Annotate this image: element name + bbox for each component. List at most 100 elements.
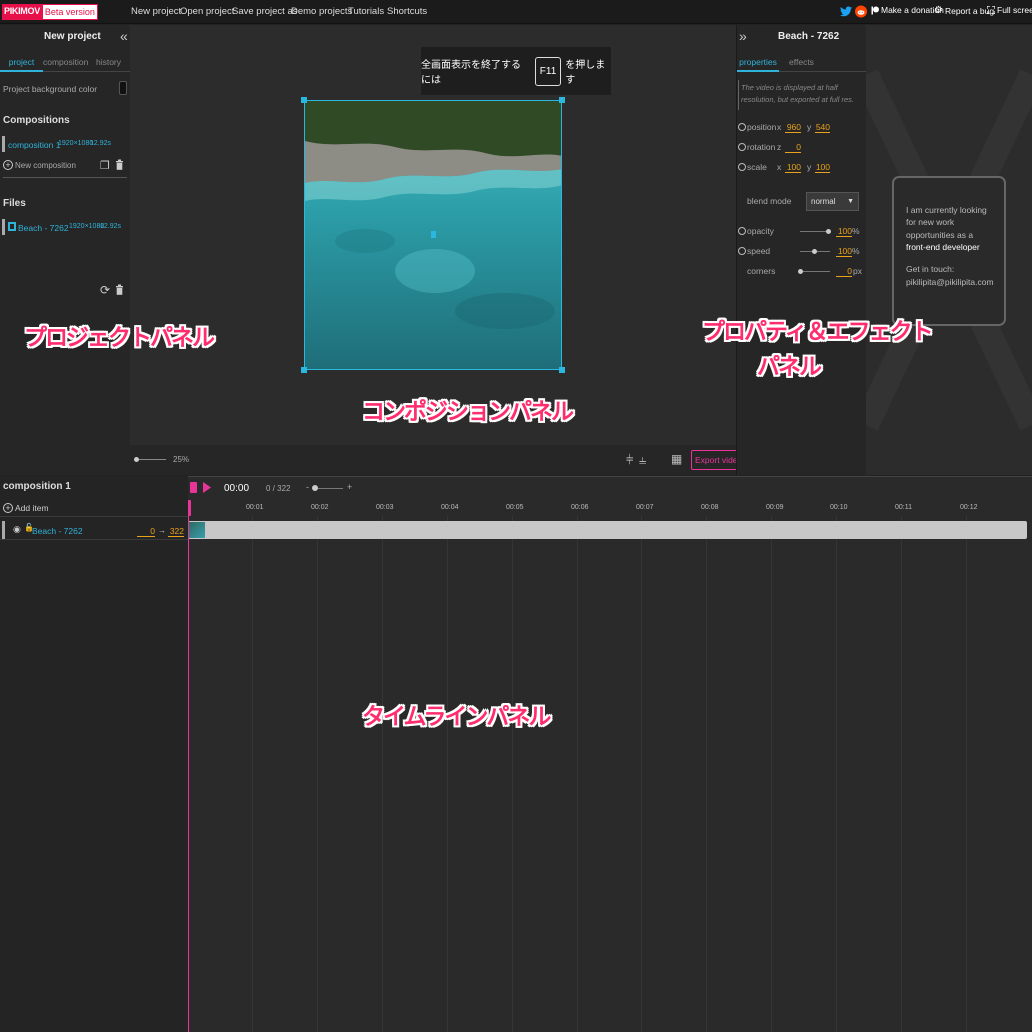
corners-label: corners [747, 266, 776, 276]
menu-shortcuts[interactable]: Shortcuts [387, 6, 427, 17]
composition-name: composition 1 [8, 140, 61, 150]
file-marker [2, 219, 5, 235]
chevron-down-icon: ▼ [847, 198, 854, 205]
trash-icon[interactable] [115, 159, 124, 170]
gridline [317, 516, 318, 1032]
app-logo[interactable]: PIKIMOV Beta version [2, 4, 98, 20]
file-duration: 12.92s [100, 223, 122, 230]
opacity-slider-knob[interactable] [826, 229, 831, 234]
tick-label: 00:08 [701, 504, 719, 511]
file-row[interactable]: Beach - 7262 1920×1080 12.92s [0, 219, 130, 237]
opacity-input[interactable]: 100 [836, 226, 852, 237]
layer-end-input[interactable]: 322 [168, 526, 184, 537]
tab-underline [824, 71, 866, 72]
trash-icon[interactable] [115, 284, 124, 295]
resize-handle[interactable] [301, 367, 307, 373]
speed-input[interactable]: 100 [836, 246, 852, 257]
tick-label: 00:07 [636, 504, 654, 511]
full-screen-button[interactable]: Full screen [987, 5, 1032, 15]
report-bug-button[interactable]: ⚙ Report a bug [934, 5, 994, 16]
menu-new-project[interactable]: New project [131, 6, 181, 17]
new-composition-button[interactable]: + New composition [3, 160, 76, 170]
gridline [706, 516, 707, 1032]
tab-history[interactable]: history [87, 52, 130, 72]
promo-email[interactable]: pikilipita@pikilipita.com [906, 276, 994, 288]
duplicate-icon[interactable]: ❐ [100, 159, 110, 172]
keyframe-clock-icon[interactable] [738, 227, 746, 235]
keyframe-clock-icon[interactable] [738, 143, 746, 151]
zoom-in-button[interactable]: + [347, 482, 352, 492]
expand-panel-icon[interactable]: » [739, 28, 747, 44]
fullscreen-toast: 全画面表示を終了するには F11 を押します [421, 47, 611, 95]
play-icon[interactable] [203, 482, 211, 493]
tab-effects[interactable]: effects [779, 52, 824, 72]
plus-icon: + [3, 160, 13, 170]
corners-slider-knob[interactable] [798, 269, 803, 274]
keyframe-clock-icon[interactable] [738, 247, 746, 255]
zoom-out-button[interactable]: - [306, 482, 309, 492]
zoom-slider-knob[interactable] [134, 457, 139, 462]
zoom-slider[interactable] [136, 459, 166, 460]
tick-label: 00:01 [246, 504, 264, 511]
tab-properties[interactable]: properties [737, 52, 779, 72]
corners-input[interactable]: 0 [836, 266, 852, 277]
note-border [738, 80, 739, 110]
reddit-icon[interactable] [855, 5, 867, 18]
scale-x-input[interactable]: 100 [785, 162, 801, 173]
donation-button[interactable]: Make a donation [871, 5, 944, 15]
current-time: 00:00 [224, 483, 250, 494]
project-title[interactable]: New project [44, 31, 101, 42]
timeline-zoom-knob[interactable] [312, 485, 318, 491]
layer-row[interactable]: ◉ 🔓 Beach - 7262 0 → 322 [0, 521, 188, 540]
composition-row[interactable]: composition 1 1920×1080 12.92s [0, 136, 130, 154]
anchor-point[interactable] [431, 231, 436, 238]
menu-demo-projects[interactable]: Demo projects [291, 6, 352, 17]
gridline [252, 516, 253, 1032]
align-horizontal-icon[interactable]: ⫨ [639, 452, 646, 468]
add-item-button[interactable]: + Add item [3, 503, 49, 513]
eye-icon[interactable]: ◉ [13, 524, 21, 535]
corners-slider[interactable] [800, 271, 830, 272]
menu-tutorials[interactable]: Tutorials [348, 6, 384, 17]
tab-composition[interactable]: composition [43, 52, 88, 72]
playhead-handle[interactable] [188, 500, 191, 516]
tick-label: 00:05 [506, 504, 524, 511]
twitter-icon[interactable] [840, 6, 852, 17]
rotation-z-label: z [777, 142, 782, 152]
speed-slider-knob[interactable] [812, 249, 817, 254]
resize-handle[interactable] [559, 97, 565, 103]
blend-mode-select[interactable]: normal ▼ [806, 192, 859, 211]
tick-label: 00:04 [441, 504, 459, 511]
layer-start-input[interactable]: 0 [137, 526, 155, 537]
patreon-icon [871, 6, 879, 14]
scale-y-input[interactable]: 100 [815, 162, 830, 173]
position-x-input[interactable]: 960 [785, 122, 801, 133]
scale-x-label: x [777, 162, 782, 172]
rotation-input[interactable]: 0 [785, 142, 801, 153]
bg-color-swatch[interactable] [119, 81, 127, 95]
position-y-input[interactable]: 540 [815, 122, 830, 133]
resize-handle[interactable] [559, 367, 565, 373]
keyframe-clock-icon[interactable] [738, 123, 746, 131]
timeline-clip[interactable] [188, 521, 1027, 539]
speed-unit: % [852, 246, 860, 256]
zoom-value: 25% [173, 455, 190, 464]
menu-save-project-as[interactable]: Save project as [232, 6, 297, 17]
collapse-panel-icon[interactable]: « [120, 28, 128, 44]
annotation-properties-panel: プロパティ＆エフェクト [702, 318, 934, 344]
position-y-label: y [807, 122, 812, 132]
film-icon [8, 222, 16, 231]
refresh-icon[interactable]: ⟳ [100, 283, 110, 297]
align-vertical-icon[interactable]: ⫩ [626, 452, 633, 468]
tick-label: 00:06 [571, 504, 589, 511]
tab-project[interactable]: project [0, 52, 43, 72]
tick-label: 00:02 [311, 504, 329, 511]
keyframe-clock-icon[interactable] [738, 163, 746, 171]
annotation-composition-panel: コンポジションパネル [362, 398, 574, 424]
resize-handle[interactable] [301, 97, 307, 103]
menu-open-project[interactable]: Open project [180, 6, 234, 17]
stop-icon[interactable] [190, 482, 197, 493]
grid-icon[interactable]: ▦ [671, 452, 682, 466]
gridline [966, 516, 967, 1032]
scale-label: scale [747, 162, 767, 172]
